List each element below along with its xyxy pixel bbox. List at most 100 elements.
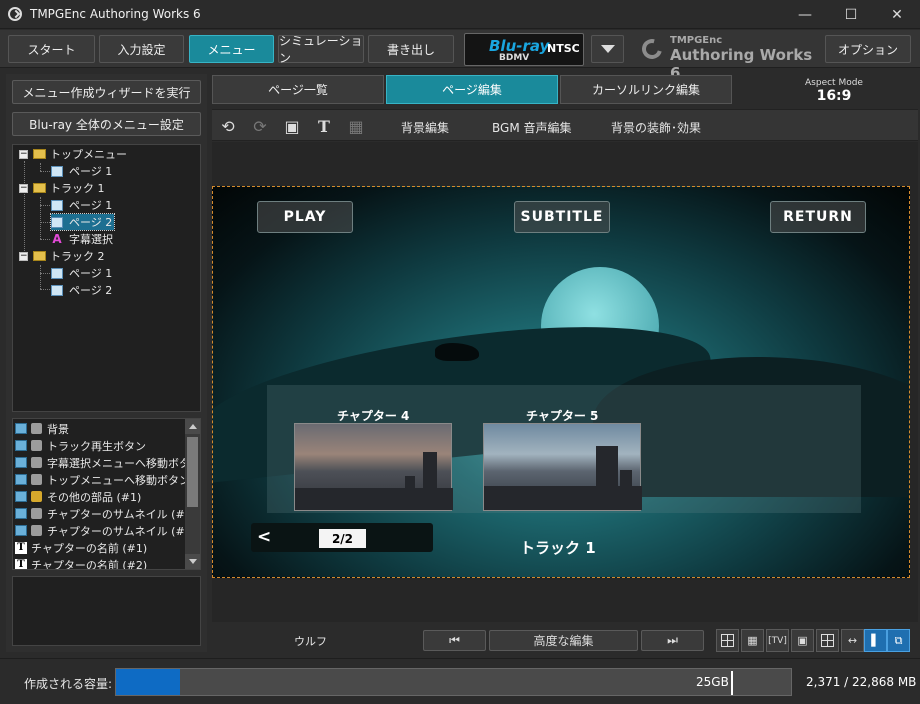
lock-icon[interactable] bbox=[31, 457, 42, 468]
page-icon bbox=[51, 216, 63, 228]
safe-area-button[interactable]: ▦ bbox=[741, 629, 764, 652]
collapse-icon[interactable]: − bbox=[19, 149, 28, 159]
page-tree: − トップメニュー ページ 1 − トラック 1 ページ 1 ページ 2 A 字… bbox=[12, 144, 201, 412]
resize-horizontal-icon: ↔ bbox=[847, 634, 858, 647]
brand-logo: TMPGEnc Authoring Works 6 bbox=[638, 35, 820, 82]
status-bar: 作成される容量: 25GB 2,371 / 22,868 MB bbox=[0, 658, 920, 704]
list-item[interactable]: その他の部品 (#1) bbox=[15, 488, 141, 505]
list-item[interactable]: T チャプターの名前 (#1) bbox=[15, 539, 147, 556]
list-item[interactable]: 字幕選択メニューへ移動ボタン bbox=[15, 454, 200, 471]
unlocked-icon[interactable] bbox=[31, 491, 42, 502]
simulation-button[interactable]: シミュレーション bbox=[278, 34, 364, 65]
image-icon bbox=[15, 491, 27, 502]
delete-icon[interactable]: ▦ bbox=[346, 116, 366, 136]
advanced-edit-button[interactable]: 高度な編集 bbox=[489, 630, 638, 651]
tab-cursor-link[interactable]: カーソルリンク編集 bbox=[560, 75, 732, 104]
skip-forward-icon: ⏭ bbox=[667, 633, 678, 647]
tree-item-label: ページ 2 bbox=[69, 216, 113, 229]
capacity-bar: 25GB bbox=[115, 668, 792, 696]
layers-icon: ⧉ bbox=[894, 633, 903, 647]
tree-item-track1-subtitle[interactable]: A 字幕選択 bbox=[51, 231, 113, 247]
background-edit-button[interactable]: 背景編集 bbox=[401, 119, 449, 136]
track-label[interactable]: トラック 1 bbox=[520, 537, 596, 558]
tree-item-track2-page1[interactable]: ページ 1 bbox=[51, 265, 112, 281]
scroll-up-icon[interactable] bbox=[185, 419, 200, 434]
fit-button[interactable]: ▣ bbox=[791, 629, 814, 652]
format-indicator: Blu-ray BDMV NTSC bbox=[464, 33, 584, 66]
background-decoration-button[interactable]: 背景の装飾･効果 bbox=[611, 119, 701, 136]
part-label: トップメニューへ移動ボタン bbox=[47, 473, 190, 487]
maximize-icon[interactable]: ☐ bbox=[828, 0, 874, 29]
menu-canvas[interactable]: PLAY SUBTITLE RETURN チャプター 4 チャプター 5 < 2… bbox=[212, 186, 910, 578]
tree-item-track2-page2[interactable]: ページ 2 bbox=[51, 282, 112, 298]
app-logo-icon bbox=[8, 7, 22, 21]
list-item[interactable]: トップメニューへ移動ボタン bbox=[15, 471, 190, 488]
list-item[interactable]: 背景 bbox=[15, 420, 69, 437]
undo-icon[interactable]: ⟲ bbox=[218, 116, 238, 136]
collapse-icon[interactable]: − bbox=[19, 183, 28, 193]
prev-page-button[interactable]: < bbox=[257, 527, 271, 547]
add-image-icon[interactable]: ▣ bbox=[282, 116, 302, 136]
list-item[interactable]: チャプターのサムネイル (#1) bbox=[15, 505, 196, 522]
part-label: トラック再生ボタン bbox=[47, 439, 146, 453]
scroll-thumb[interactable] bbox=[187, 437, 198, 507]
lock-icon[interactable] bbox=[31, 474, 42, 485]
tree-item-track1-page1[interactable]: ページ 1 bbox=[51, 197, 112, 213]
aspect-mode-label: Aspect Mode bbox=[805, 78, 863, 88]
chapter-name[interactable]: チャプター 5 bbox=[526, 407, 598, 424]
window-title: TMPGEnc Authoring Works 6 bbox=[30, 7, 201, 21]
chapter-thumbnail[interactable] bbox=[483, 423, 642, 511]
list-item[interactable]: トラック再生ボタン bbox=[15, 437, 146, 454]
title-bar: TMPGEnc Authoring Works 6 — ☐ ✕ bbox=[0, 0, 920, 29]
minimize-icon[interactable]: — bbox=[782, 0, 828, 29]
chapter-thumbnail[interactable] bbox=[294, 423, 453, 511]
format-dropdown-button[interactable] bbox=[591, 35, 624, 63]
properties-panel bbox=[12, 576, 201, 646]
input-settings-button[interactable]: 入力設定 bbox=[99, 35, 184, 63]
first-page-button[interactable]: ⏮ bbox=[423, 630, 486, 651]
subtitle-button[interactable]: SUBTITLE bbox=[514, 201, 610, 233]
lock-icon[interactable] bbox=[31, 508, 42, 519]
tree-item-top-menu[interactable]: − トップメニュー bbox=[19, 146, 127, 162]
part-label: その他の部品 (#1) bbox=[47, 490, 142, 504]
chapter-name[interactable]: チャプター 4 bbox=[337, 407, 409, 424]
tree-item-label: ページ 1 bbox=[69, 199, 113, 212]
align-left-button[interactable]: ▌ bbox=[864, 629, 887, 652]
last-page-button[interactable]: ⏭ bbox=[641, 630, 704, 651]
image-icon bbox=[15, 423, 27, 434]
parts-scrollbar[interactable] bbox=[185, 419, 200, 569]
list-item[interactable]: T チャプターの名前 (#2) bbox=[15, 556, 147, 569]
scroll-down-icon[interactable] bbox=[185, 554, 200, 569]
return-button[interactable]: RETURN bbox=[770, 201, 866, 233]
tree-item-label: トップメニュー bbox=[50, 148, 127, 161]
tree-item-track2[interactable]: − トラック 2 bbox=[19, 248, 105, 264]
options-button[interactable]: オプション bbox=[825, 35, 911, 63]
redo-icon[interactable]: ⟳ bbox=[250, 116, 270, 136]
menu-wizard-button[interactable]: メニュー作成ウィザードを実行 bbox=[12, 80, 201, 104]
output-button[interactable]: 書き出し bbox=[368, 35, 454, 63]
canvas-bottom-bar: ウルフ ⏮ 高度な編集 ⏭ ▦ [TV] ▣ ↔ ▌ ⧉ bbox=[212, 626, 918, 652]
canvas-area: PLAY SUBTITLE RETURN チャプター 4 チャプター 5 < 2… bbox=[212, 142, 918, 622]
tree-item-track1[interactable]: − トラック 1 bbox=[19, 180, 105, 196]
tree-item-track1-page2[interactable]: ページ 2 bbox=[49, 213, 116, 231]
grid-view-button[interactable] bbox=[716, 629, 739, 652]
lock-icon[interactable] bbox=[31, 525, 42, 536]
split-button[interactable] bbox=[816, 629, 839, 652]
collapse-icon[interactable]: − bbox=[19, 251, 28, 261]
tv-button[interactable]: [TV] bbox=[766, 629, 789, 652]
add-text-icon[interactable]: T bbox=[314, 116, 334, 136]
tree-item-top-page1[interactable]: ページ 1 bbox=[51, 163, 112, 179]
start-button[interactable]: スタート bbox=[8, 35, 95, 63]
list-item[interactable]: チャプターのサムネイル (#2) bbox=[15, 522, 196, 539]
lock-icon[interactable] bbox=[31, 440, 42, 451]
bgm-edit-button[interactable]: BGM 音声編集 bbox=[492, 119, 572, 136]
tab-page-list[interactable]: ページ一覧 bbox=[212, 75, 384, 104]
layers-button[interactable]: ⧉ bbox=[887, 629, 910, 652]
stretch-button[interactable]: ↔ bbox=[841, 629, 864, 652]
play-button[interactable]: PLAY bbox=[257, 201, 353, 233]
lock-icon[interactable] bbox=[31, 423, 42, 434]
bluray-menu-settings-button[interactable]: Blu-ray 全体のメニュー設定 bbox=[12, 112, 201, 136]
close-icon[interactable]: ✕ bbox=[874, 0, 920, 29]
tab-page-edit[interactable]: ページ編集 bbox=[386, 75, 558, 104]
menu-button[interactable]: メニュー bbox=[189, 35, 274, 63]
